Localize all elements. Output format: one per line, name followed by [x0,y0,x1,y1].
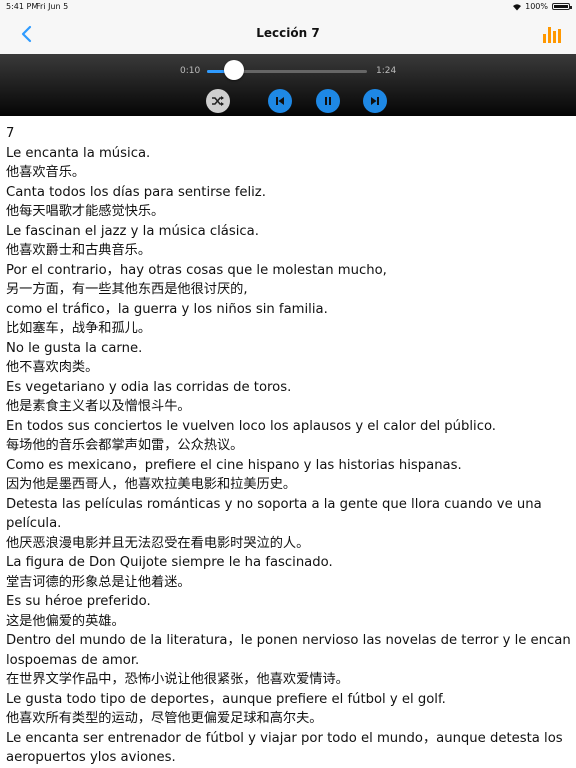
text-line: aeropuertos ylos aviones. [6,750,176,765]
text-line: 另一方面，有一些其他东西是他很讨厌的, [6,282,248,297]
text-line: 这是他偏爱的英雄。 [6,613,125,629]
progress-knob[interactable] [224,60,245,80]
battery-icon [552,3,572,10]
audio-player: 0:10 1:24 [0,54,576,116]
text-line: 他喜欢所有类型的运动，尽管他更偏爱足球和高尔夫。 [6,711,323,726]
pause-icon [325,97,331,105]
text-line: En todos sus conciertos le vuelven loco … [6,418,497,434]
battery-percent: 100% [525,2,548,11]
text-line: La figura de Don Quijote siempre le ha f… [6,555,333,570]
text-line: como el tráfico，la guerra y los niños si… [6,301,328,317]
text-line: Por el contrario，hay otras cosas que le … [6,262,387,278]
text-line: Dentro del mundo de la literatura，le pon… [6,633,570,648]
text-line: 因为他是墨西哥人，他喜欢拉美电影和拉美历史。 [6,477,297,492]
lesson-text: 7 Le encanta la música. 他喜欢音乐。 Canta todos … [6,124,570,768]
text-line: 他喜欢爵士和古典音乐。 [6,243,152,258]
text-line: película. [6,516,62,531]
page-title: Lección 7 [256,26,320,40]
shuffle-icon [212,96,224,106]
skip-forward-button[interactable] [363,89,387,113]
current-time: 0:10 [180,66,201,76]
battery-fill [554,5,568,8]
nav-bar: Lección 7 [0,14,576,54]
status-right: 100% [512,2,572,11]
text-line: 每场他的音乐会都掌声如雷，公众热议。 [6,438,244,453]
bar-chart-icon [543,27,561,43]
text-line: 他不喜欢肉类。 [6,360,99,375]
skip-forward-icon [371,97,379,105]
status-bar: 5:41 PM Fri Jun 5 100% [0,0,576,14]
text-line: Como es mexicano，prefiere el cine hispan… [6,457,462,473]
text-line: Canta todos los días para sentirse feliz… [6,184,266,200]
text-line: Le fascinan el jazz y la música clásica. [6,223,259,239]
stats-button[interactable] [542,24,562,44]
text-line: Detesta las películas románticas y no so… [6,496,542,512]
text-line: 比如塞车，战争和孤儿。 [6,321,152,336]
total-time: 1:24 [376,66,397,76]
shuffle-button[interactable] [206,89,230,113]
text-line: 在世界文学作品中，恐怖小说让他很紧张，他喜欢爱情诗。 [6,672,349,687]
text-line: Le encanta ser entrenador de fútbol y vi… [6,730,563,746]
text-line: lospoemas de amor. [6,652,140,668]
text-line: 他厌恶浪漫电影并且无法忍受在看电影时哭泣的人。 [6,535,310,551]
text-line: Es vegetariano y odia las corridas de to… [6,379,292,395]
text-line: Le encanta la música. [6,145,151,161]
text-line: Es su héroe preferido. [6,594,151,609]
text-line: Le gusta todo tipo de deportes，aunque pr… [6,691,446,707]
status-date: Fri Jun 5 [36,2,69,11]
skip-back-button[interactable] [268,89,292,113]
wifi-icon [512,3,522,11]
skip-back-icon [276,97,284,105]
text-line: 他喜欢音乐。 [6,165,86,180]
status-time: 5:41 PM [6,2,39,11]
text-line: 堂吉诃德的形象总是让他着迷。 [6,574,191,590]
pause-button[interactable] [316,89,340,113]
text-line: No le gusta la carne. [6,340,143,356]
text-line: 7 [6,126,15,141]
text-line: 他每天唱歌才能感觉快乐。 [6,204,165,219]
text-line: 他是素食主义者以及憎恨斗牛。 [6,399,191,414]
